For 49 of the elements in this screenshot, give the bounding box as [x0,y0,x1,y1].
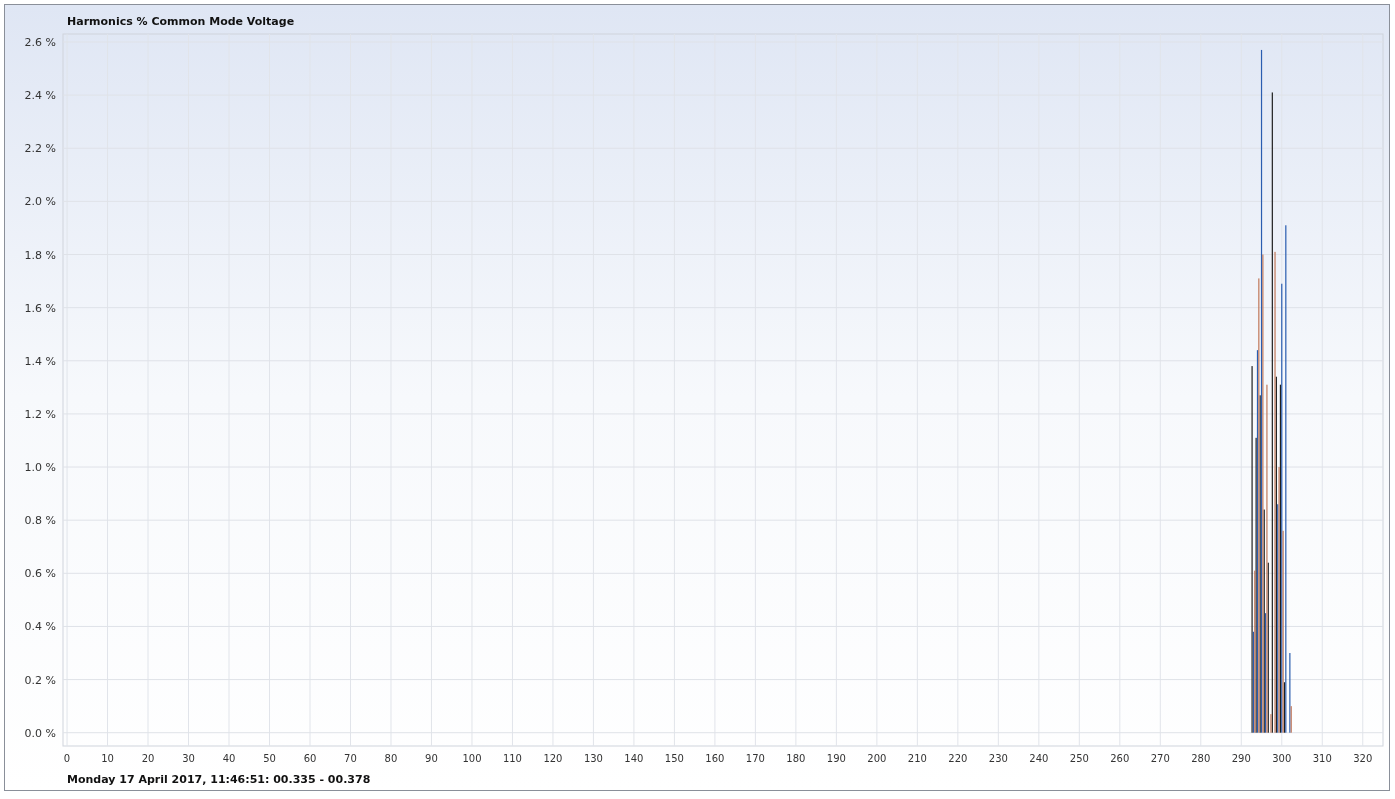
x-tick-label: 90 [425,753,438,764]
x-tick-label: 100 [462,753,482,764]
y-tick-label: 0.4 % [24,620,56,634]
x-tick-label: 280 [1191,753,1211,764]
x-tick-label: 200 [867,753,887,764]
y-tick-label: 1.0 % [24,461,56,475]
y-tick-label: 0.8 % [24,514,56,528]
x-tick-label: 190 [826,753,846,764]
x-tick-label: 180 [786,753,806,764]
x-tick-label: 250 [1069,753,1089,764]
y-tick-label: 1.8 % [24,248,56,262]
x-tick-label: 170 [745,753,765,764]
x-tick-label: 220 [948,753,968,764]
y-tick-label: 1.6 % [24,301,56,315]
x-tick-label: 110 [502,753,522,764]
y-tick-label: 1.2 % [24,407,56,421]
y-tick-label: 2.4 % [24,89,56,103]
x-tick-label: 70 [344,753,357,764]
x-tick-label: 260 [1110,753,1130,764]
y-tick-label: 2.0 % [24,195,56,209]
timestamp-footer: Monday 17 April 2017, 11:46:51: 00.335 - 00.378 [67,773,371,786]
x-tick-label: 230 [988,753,1008,764]
x-tick-label: 160 [705,753,725,764]
y-tick-label: 2.6 % [24,35,56,49]
x-tick-label: 300 [1272,753,1292,764]
y-tick-label: 1.4 % [24,354,56,368]
y-tick-label: 0.0 % [24,726,56,740]
x-tick-label: 150 [664,753,684,764]
x-tick-label: 80 [384,753,398,764]
x-tick-label: 290 [1231,753,1251,764]
x-tick-label: 270 [1150,753,1170,764]
x-tick-label: 20 [141,753,155,764]
x-tick-label: 0 [63,753,71,764]
x-tick-label: 240 [1029,753,1049,764]
y-tick-label: 0.2 % [24,673,56,687]
y-tick-label: 2.2 % [24,142,56,156]
x-tick-label: 120 [543,753,563,764]
x-tick-label: 50 [263,753,276,764]
chart-title: Harmonics % Common Mode Voltage [67,13,295,30]
x-tick-label: 320 [1353,753,1373,764]
x-tick-label: 40 [222,753,236,764]
x-tick-label: 210 [907,753,927,764]
x-tick-label: 140 [624,753,644,764]
x-tick-label: 10 [101,753,114,764]
x-tick-label: 310 [1312,753,1332,764]
x-tick-label: 130 [583,753,603,764]
x-tick-label: 60 [303,753,317,764]
y-tick-label: 0.6 % [24,567,56,581]
x-tick-label: 30 [182,753,195,764]
